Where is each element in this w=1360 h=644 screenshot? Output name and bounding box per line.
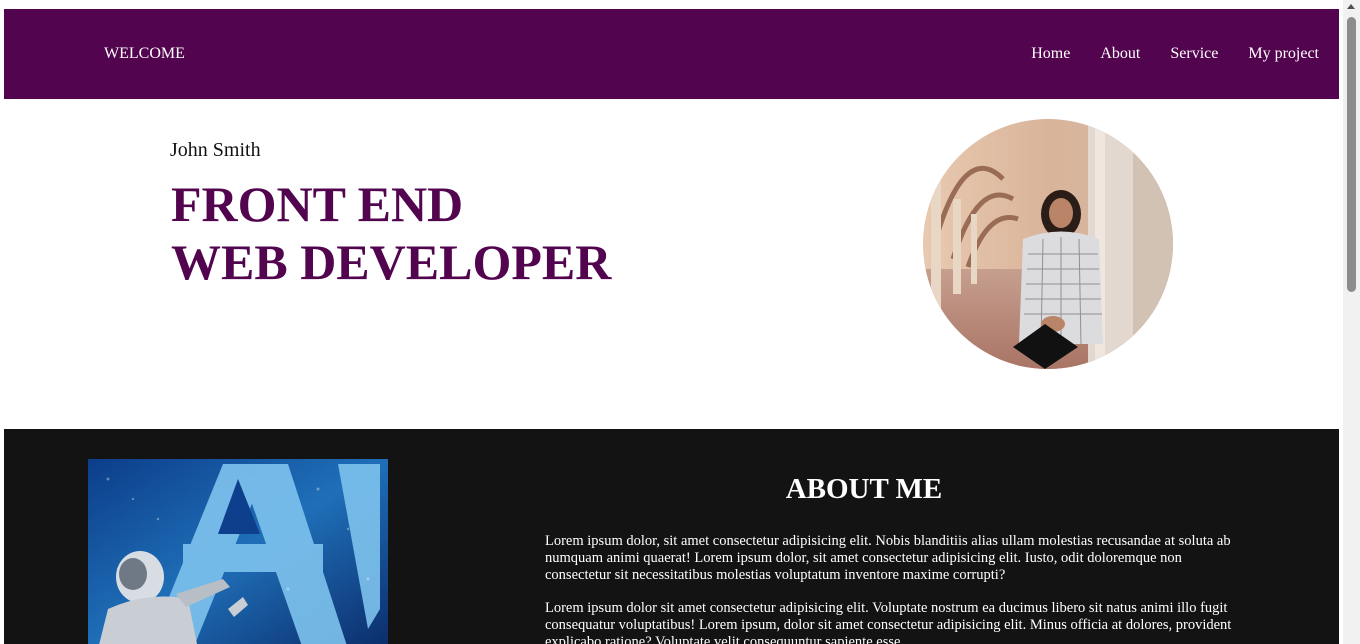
profile-photo <box>923 119 1173 369</box>
profile-photo-graphic <box>923 119 1173 369</box>
hero-title-line-1: FRONT END <box>171 176 464 232</box>
page: WELCOME Home About Service My project Jo… <box>4 9 1339 644</box>
hero-title: FRONT END WEB DEVELOPER <box>171 175 611 291</box>
nav-link-service[interactable]: Service <box>1170 45 1218 63</box>
hero-name: John Smith <box>170 139 261 161</box>
scrollbar-thumb[interactable] <box>1347 17 1356 292</box>
about-paragraph-2: Lorem ipsum dolor sit amet consectetur a… <box>545 600 1232 644</box>
ai-robot-graphic <box>88 459 388 644</box>
brand-logo[interactable]: WELCOME <box>104 45 185 63</box>
nav-links: Home About Service My project <box>1031 45 1319 63</box>
ai-robot-image <box>88 459 388 644</box>
hero-section: John Smith FRONT END WEB DEVELOPER <box>4 99 1339 429</box>
about-text: Lorem ipsum dolor, sit amet consectetur … <box>545 533 1245 644</box>
navbar: WELCOME Home About Service My project <box>4 9 1339 99</box>
hero-title-line-2: WEB DEVELOPER <box>171 234 612 290</box>
about-paragraph-1: Lorem ipsum dolor, sit amet consectetur … <box>545 533 1231 583</box>
about-title: ABOUT ME <box>785 473 943 505</box>
nav-link-about[interactable]: About <box>1100 45 1140 63</box>
vertical-scrollbar[interactable] <box>1343 0 1360 644</box>
about-section: ABOUT ME Lorem ipsum dolor, sit amet con… <box>4 429 1339 644</box>
nav-link-home[interactable]: Home <box>1031 45 1070 63</box>
scroll-up-arrow-icon[interactable] <box>1347 4 1355 9</box>
nav-link-my-project[interactable]: My project <box>1248 45 1319 63</box>
